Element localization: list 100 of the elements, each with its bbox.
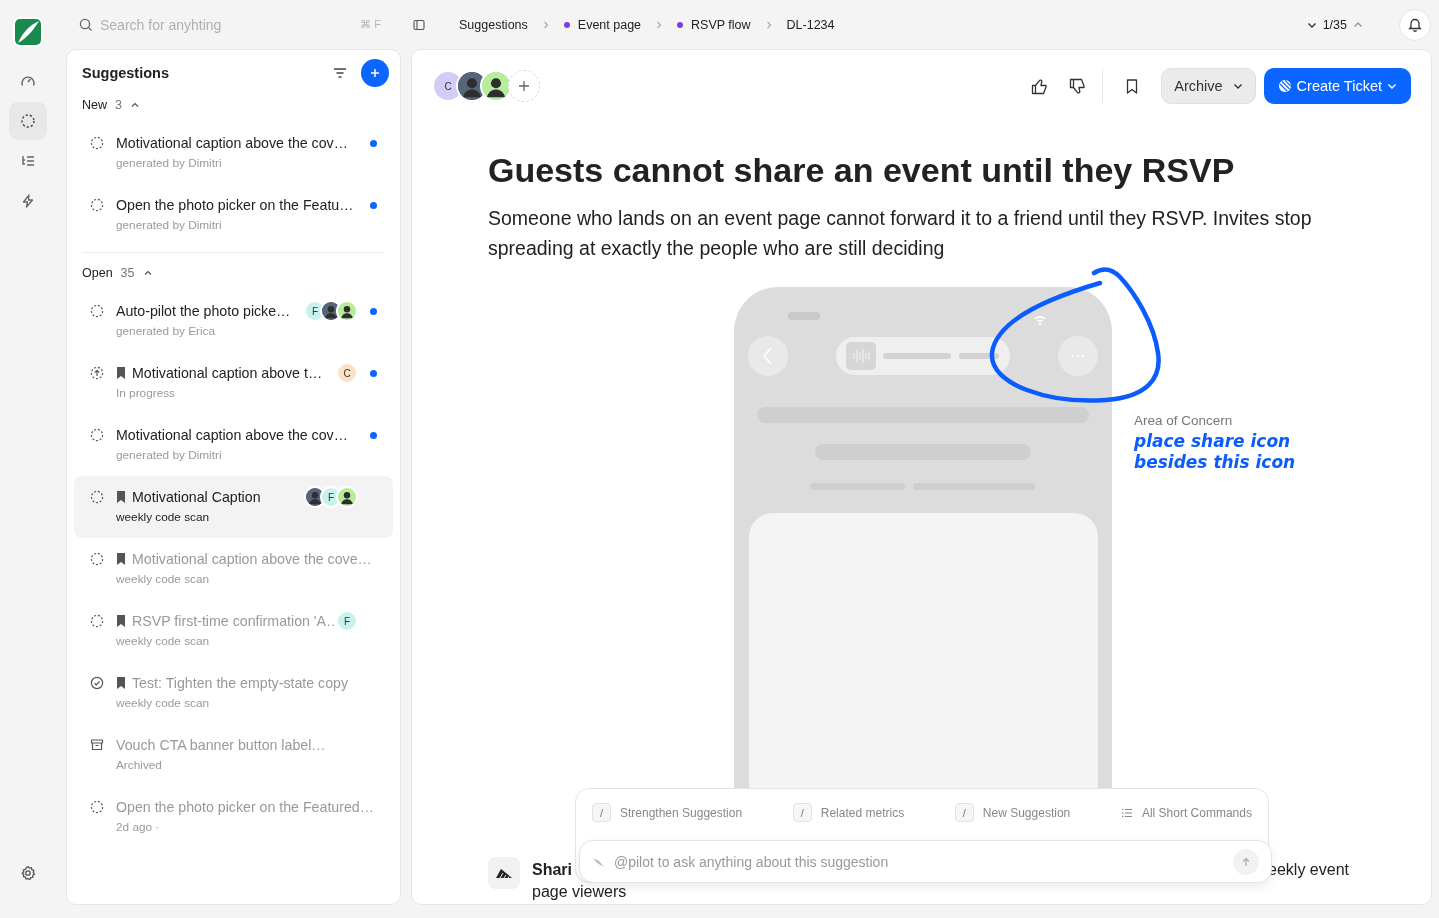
bookmark-icon	[116, 615, 126, 627]
chevron-up-icon[interactable]	[142, 268, 153, 278]
command-chip[interactable]: / Related metrics	[792, 803, 905, 822]
command-chip[interactable]: All Short Commands	[1120, 803, 1252, 822]
suggestion-title: Auto-pilot the photo picke…	[116, 303, 291, 319]
progress-circle-icon	[90, 366, 104, 380]
suggestion-subtitle: Archived	[116, 757, 163, 774]
group-count: 3	[115, 98, 122, 112]
striped-triangle-icon	[495, 867, 513, 879]
dashed-circle-icon	[90, 198, 104, 212]
check-circle-icon	[90, 676, 104, 690]
suggestion-title: Motivational caption above the cov…	[116, 427, 348, 443]
filter-icon[interactable]	[333, 67, 347, 79]
suggestion-item[interactable]: Motivational caption above the cov… generated by Dimitri	[74, 122, 393, 184]
bell-icon	[1408, 17, 1422, 32]
key-hint: /	[792, 803, 812, 822]
suggestion-description: Someone who lands on an event page cannot forward it to a friend until they RSVP. Invites stop spreading at exactly the people who are still deciding	[488, 206, 1313, 261]
suggestion-title: Vouch CTA banner button label…	[116, 737, 326, 753]
avatar: F	[336, 610, 358, 632]
dashed-circle-icon	[90, 614, 104, 628]
dashed-circle-icon	[90, 136, 104, 150]
dashed-circle-icon	[90, 428, 104, 442]
plus-icon	[518, 80, 530, 92]
suggestion-title: Open the photo picker on the Featu…	[116, 197, 354, 213]
suggestion-subtitle: generated by Dimitri	[116, 217, 223, 234]
annotation-label: Area of Concern	[1134, 413, 1234, 428]
suggestion-title: Motivational caption above the cove…	[132, 551, 372, 567]
chevron-down-icon	[1232, 81, 1243, 91]
command-label: Related metrics	[820, 805, 905, 820]
ask-field[interactable]: @pilot to ask anything about this suggestion	[579, 840, 1272, 883]
bookmark-icon	[116, 491, 126, 503]
section-heading-start: Shari	[532, 860, 572, 880]
suggestion-item[interactable]: Motivational caption above t… In progress C	[74, 352, 393, 414]
suggestion-item[interactable]: Open the photo picker on the Featu… generated by Dimitri	[74, 184, 393, 246]
suggestion-item[interactable]: RSVP first-time confirmation 'A… weekly code scan F	[74, 600, 393, 662]
shortcut-hint: ⌘ F	[360, 18, 381, 31]
breadcrumb-link[interactable]: DL-1234	[786, 17, 835, 32]
list-icon	[1120, 807, 1133, 818]
suggestion-title: Open the photo picker on the Featured…	[116, 799, 374, 815]
sidebar-toggle-icon[interactable]	[413, 18, 425, 31]
suggestion-title: Motivational caption above t…	[132, 365, 323, 381]
search-icon	[79, 17, 93, 32]
group-count: 35	[120, 266, 135, 280]
dashed-circle-icon	[90, 552, 104, 566]
section-text: page viewers	[532, 883, 628, 901]
breadcrumb-link[interactable]: Suggestions	[459, 17, 528, 32]
chevron-right-icon	[655, 20, 664, 29]
suggestion-title: Guests cannot share an event until they RSVP	[488, 150, 1236, 190]
dashed-circle-icon	[20, 113, 36, 129]
chevron-up-icon[interactable]	[129, 100, 140, 110]
plus-icon	[370, 68, 380, 78]
search-field[interactable]: Search for anyhting	[100, 16, 354, 33]
notifications-button[interactable]	[1399, 8, 1431, 41]
settings-icon	[20, 865, 36, 881]
command-label: All Short Commands	[1141, 805, 1252, 820]
bookmark-icon	[1126, 78, 1139, 94]
breadcrumb-link[interactable]: Event page	[563, 17, 642, 32]
group-label: Open	[82, 266, 113, 280]
pager-count: 1/35	[1322, 17, 1347, 32]
command-label: New Suggestion	[982, 805, 1071, 820]
bookmark-icon	[116, 367, 126, 379]
suggestion-subtitle: weekly code scan	[116, 509, 211, 526]
command-label: Strengthen Suggestion	[620, 805, 743, 820]
panel-title: Suggestions	[82, 65, 170, 81]
chevron-down-icon	[1387, 81, 1397, 91]
bookmark-icon	[116, 553, 126, 565]
suggestion-item[interactable]: Motivational Caption weekly code scan F	[74, 476, 393, 538]
nav-button[interactable]	[9, 102, 47, 140]
suggestion-item[interactable]: Auto-pilot the photo picke… generated by Erica F	[74, 290, 393, 352]
thumbs-down-icon	[1068, 77, 1086, 95]
handwritten-note: place share icon besides this icon	[1134, 431, 1297, 473]
suggestion-title: Motivational caption above the cov…	[116, 135, 348, 151]
avatar: C	[336, 362, 358, 384]
add-button[interactable]	[361, 59, 389, 87]
command-chip[interactable]: / Strengthen Suggestion	[592, 803, 743, 822]
archive-button[interactable]: Archive	[1161, 68, 1256, 104]
chevron-right-icon	[541, 20, 550, 29]
suggestion-item[interactable]: Motivational caption above the cov… generated by Dimitri	[74, 414, 393, 476]
chevron-right-icon	[764, 20, 773, 29]
suggestion-subtitle: generated by Dimitri	[116, 155, 223, 172]
thumbs-up-icon	[1030, 77, 1048, 95]
suggestion-subtitle: weekly code scan	[116, 571, 211, 588]
bookmark-icon	[116, 677, 126, 689]
suggestion-subtitle: generated by Dimitri	[116, 447, 223, 464]
suggestion-subtitle: weekly code scan	[116, 695, 211, 712]
command-chip[interactable]: / New Suggestion	[954, 803, 1071, 822]
add-collaborator-button[interactable]	[508, 70, 540, 102]
striped-circle-icon	[1277, 79, 1292, 93]
key-hint: /	[592, 803, 611, 822]
dashed-circle-icon	[90, 800, 104, 814]
logo-icon	[12, 16, 44, 48]
list-icon	[20, 153, 36, 169]
dashed-circle-icon	[90, 490, 104, 504]
lightning-icon	[20, 193, 36, 209]
arrow-up-icon	[1241, 856, 1251, 867]
suggestion-subtitle: 2d ago ·	[116, 819, 161, 836]
create-ticket-button[interactable]: Create Ticket	[1263, 68, 1411, 104]
suggestion-subtitle: weekly code scan	[116, 633, 211, 650]
breadcrumb-link[interactable]: RSVP flow	[677, 17, 751, 32]
suggestion-title: Test: Tighten the empty-state copy	[132, 675, 349, 691]
